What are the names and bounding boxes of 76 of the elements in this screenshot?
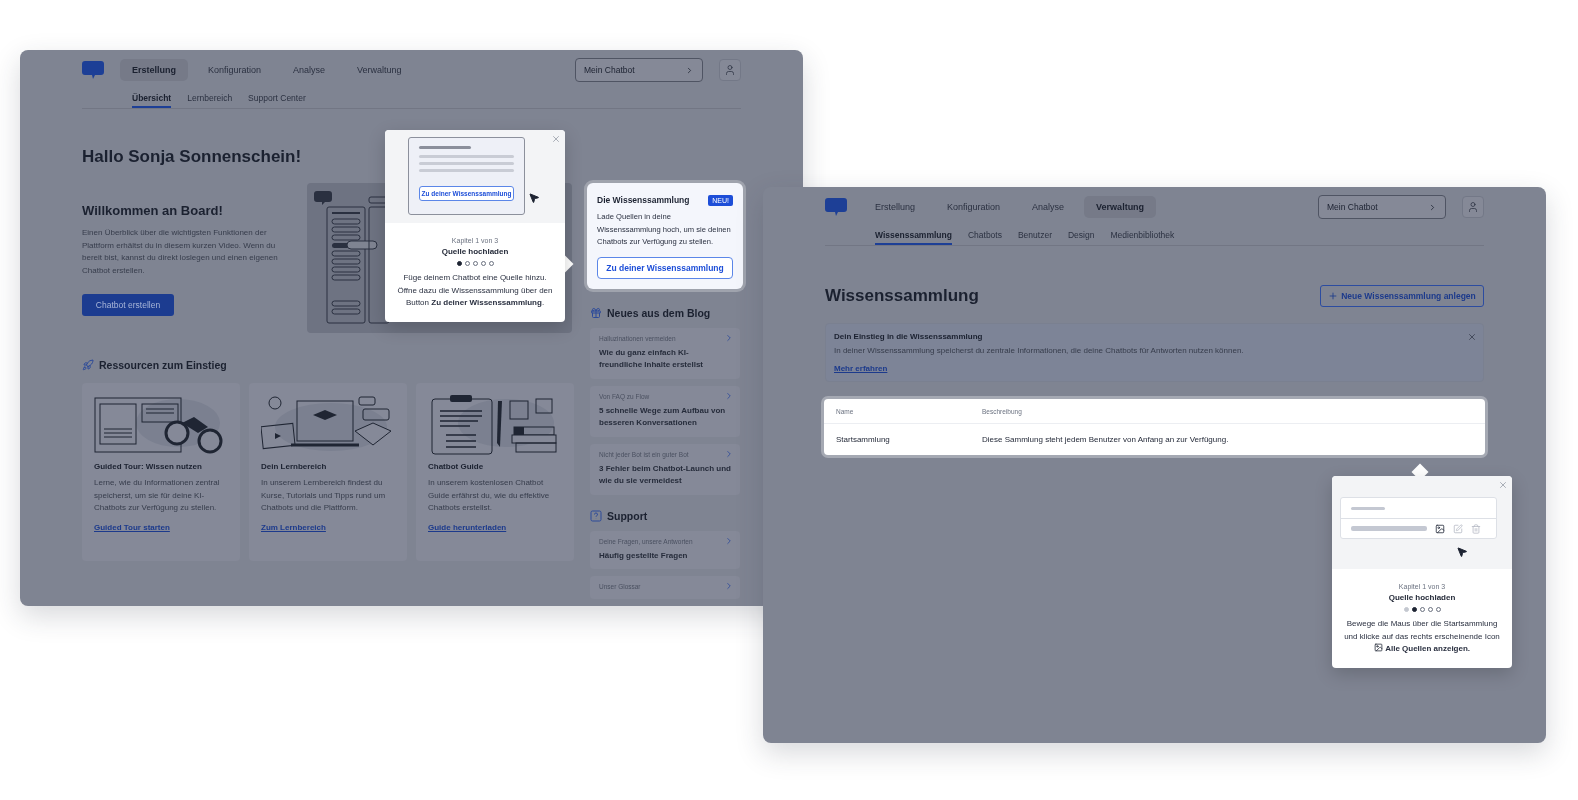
nav-tab[interactable]: Erstellung [863,196,928,218]
edit-icon [1453,523,1463,534]
create-chatbot-button[interactable]: Chatbot erstellen [82,294,174,316]
tour-text: Bewege die Maus über die Startsammlung und klicke auf das rechts erscheinende Icon [1344,619,1500,641]
gift-icon [590,306,602,319]
subnav-tab[interactable]: Support Center [248,90,306,108]
page-title: Wissenssammlung [825,286,979,306]
close-icon[interactable] [551,134,561,144]
tour-title: Quelle hochladen [1388,592,1456,604]
subnav-tab[interactable]: Medienbibliothek [1110,227,1175,245]
chevron-icon [724,332,734,343]
close-icon[interactable] [1467,332,1477,342]
section-heading: Ressourcen zum Einstieg [99,359,227,371]
subnav-tab[interactable]: Wissenssammlung [875,227,952,245]
nav-tab[interactable]: Erstellung [120,59,188,81]
chatbot-select[interactable]: Mein Chatbot [575,58,703,82]
chatbot-select[interactable]: Mein Chatbot [1318,195,1446,219]
nav-tab[interactable]: Verwaltung [345,59,414,81]
card-link[interactable]: Guide herunterladen [428,522,507,532]
chevron-icon [685,65,694,75]
image-icon [1435,523,1445,534]
card-title: Chatbot Guide [428,461,485,473]
feature-title: Die Wissenssammlung [597,195,690,205]
nav-tab[interactable]: Verwaltung [1084,196,1157,218]
card-title: Guided Tour: Wissen nutzen [94,461,203,473]
plus-icon [1328,291,1339,301]
table-cell-text: Startsammlung [836,435,891,444]
new-collection-button[interactable]: Neue Wissenssammlung anlegen [1320,285,1484,307]
close-icon[interactable] [1498,480,1508,490]
action-label: Alle Quellen anzeigen. [1385,644,1471,653]
learn-more-link[interactable]: Mehr erfahren [834,363,888,375]
subnav-tab[interactable]: Design [1068,227,1095,245]
subnav-tab[interactable]: Übersicht [132,90,172,108]
help-icon [590,509,602,522]
user-icon [1467,201,1479,213]
rocket-icon [82,359,94,371]
subnav-tab[interactable]: Chatbots [967,227,1002,245]
tour-text: Füge deinem Chatbot eine Quelle hinzu. Öffne dazu die Wissenssammlung über den Button Zu deiner Wissenssammlung. [396,272,554,309]
chevron-icon [724,535,734,546]
nav-tab[interactable]: Konfiguration [196,59,274,81]
chevron-icon [724,581,734,591]
greeting-heading: Hallo Sonja Sonnenschein! [82,146,302,168]
cursor-icon [528,192,540,204]
nav-tab[interactable]: Analyse [1020,196,1077,218]
table-cell-text: Diese Sammlung steht jedem Benutzer von Anfang an zur Verfügung. [982,435,1230,444]
user-icon [724,64,736,76]
subnav-tab[interactable]: Lernbereich [187,90,233,108]
section-heading: Neues aus dem Blog [607,306,711,319]
user-button[interactable] [1462,196,1484,218]
item-title: 5 schnelle Wege zum Aufbau von besseren Konversationen [599,404,727,429]
chevron-icon [724,448,734,459]
nav-tab[interactable]: Konfiguration [935,196,1013,218]
chat-bubble-logo [82,61,104,79]
card-link[interactable]: Zum Lernbereich [261,522,326,532]
card-title: Dein Lernbereich [261,461,328,473]
welcome-heading: Willkommen an Board! [82,203,224,219]
step-dot[interactable] [456,261,462,266]
chat-bubble-logo [825,198,847,216]
item-title: Häufig gestellte Fragen [599,549,689,562]
item-title: Wie du ganz einfach KI-freundliche Inhalte erstellst [599,346,705,371]
nav-tab[interactable]: Analyse [281,59,338,81]
step-dot[interactable] [1411,607,1417,612]
chevron-icon [724,390,734,401]
tour-title: Quelle hochladen [441,246,509,258]
banner-title: Dein Einstieg in die Wissenssammlung [834,331,984,343]
subnav-tab[interactable]: Benutzer [1017,227,1052,245]
card-link[interactable]: Guided Tour starten [94,522,170,532]
knowledge-button[interactable]: Zu deiner Wissenssammlung [597,256,733,279]
trash-icon [1471,523,1481,534]
item-title: 3 Fehler beim Chatbot-Launch und wie du sie vermeidest [599,462,731,487]
cursor-icon [1456,546,1468,558]
user-button[interactable] [719,59,741,81]
image-icon [1373,643,1383,652]
card-text: Lerne, wie du Informationen zentral speicherst, um sie für deine KI-Chatbots zur Verfügung zu stellen. [94,477,221,514]
chevron-icon [1428,202,1437,212]
section-heading: Support [607,509,648,522]
